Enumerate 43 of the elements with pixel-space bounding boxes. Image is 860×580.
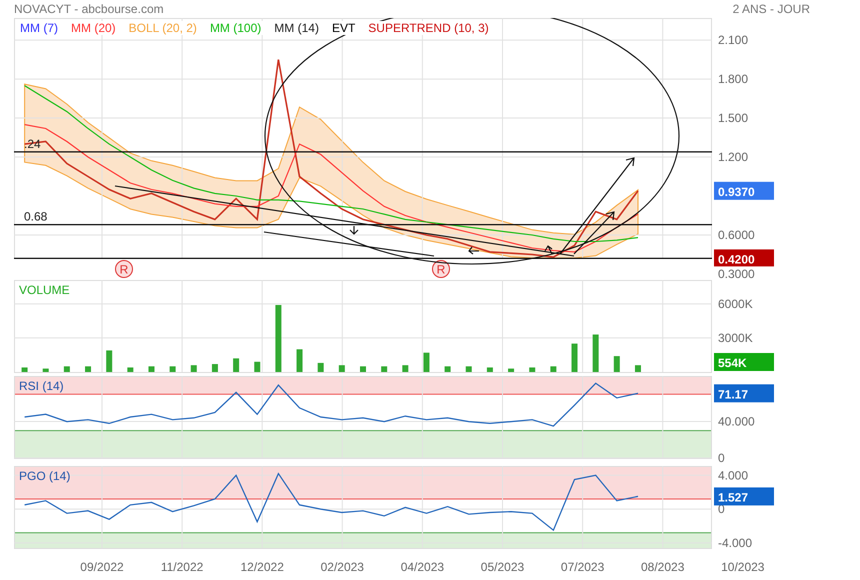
axis-tick-label: 1.200	[718, 150, 748, 164]
legend-item: EVT	[332, 21, 356, 35]
date-tick-label: 09/2022	[80, 560, 124, 574]
legend-item: MM (7)	[20, 21, 58, 35]
axis-tick-label: 40.000	[718, 414, 755, 429]
date-tick-label: 05/2023	[480, 560, 524, 574]
date-tick-label: 11/2022	[160, 560, 204, 574]
date-tick-label: 08/2023	[641, 560, 684, 574]
legend-item: MM (100)	[210, 21, 262, 35]
axis-tick-label: 2.100	[718, 33, 748, 48]
axis-tick-label: 1.800	[718, 72, 748, 86]
axis-tick-label: 0.6000	[718, 228, 755, 242]
value-badge: 1.527	[714, 487, 774, 506]
period-label: 2 ANS - JOUR	[732, 2, 810, 18]
axis-tick-label: 4.000	[718, 468, 748, 482]
axis-tick-label: 0	[718, 451, 725, 465]
value-badge: 71.17	[714, 384, 774, 402]
axis-tick-label: -4.000	[718, 536, 752, 550]
legend-item: MM (20)	[71, 21, 116, 35]
date-tick-label: 10/2023	[721, 560, 764, 574]
legend-item: SUPERTREND (10, 3)	[368, 21, 489, 35]
axis-tick-label: 1.500	[718, 111, 748, 126]
panel-title: VOLUME	[19, 283, 70, 297]
legend-item: BOLL (20, 2)	[128, 21, 197, 35]
axis-tick-label: 6000K	[718, 296, 753, 311]
price-badge: 0.9370	[714, 182, 774, 200]
line-label: 0.68	[24, 210, 48, 224]
date-tick-label: 12/2022	[240, 560, 284, 574]
value-badge: 554K	[714, 353, 774, 371]
axis-tick-label: 3000K	[718, 330, 753, 345]
annotation: R	[120, 262, 129, 276]
panel-title: RSI (14)	[19, 379, 64, 393]
panel-title: PGO (14)	[19, 469, 70, 483]
price-badge: 0.4200	[714, 249, 774, 266]
axis-tick-label: 0.3000	[718, 267, 755, 280]
marker-badge: R	[432, 260, 450, 278]
date-tick-label: 02/2023	[320, 560, 364, 574]
date-tick-label: 04/2023	[400, 560, 444, 574]
marker-badge: R	[115, 260, 133, 278]
legend-item: MM (14)	[274, 21, 319, 35]
date-tick-label: 07/2023	[560, 560, 604, 574]
annotation: R	[436, 262, 446, 276]
chart-title: NOVACYT - abcbourse.com	[14, 2, 164, 18]
